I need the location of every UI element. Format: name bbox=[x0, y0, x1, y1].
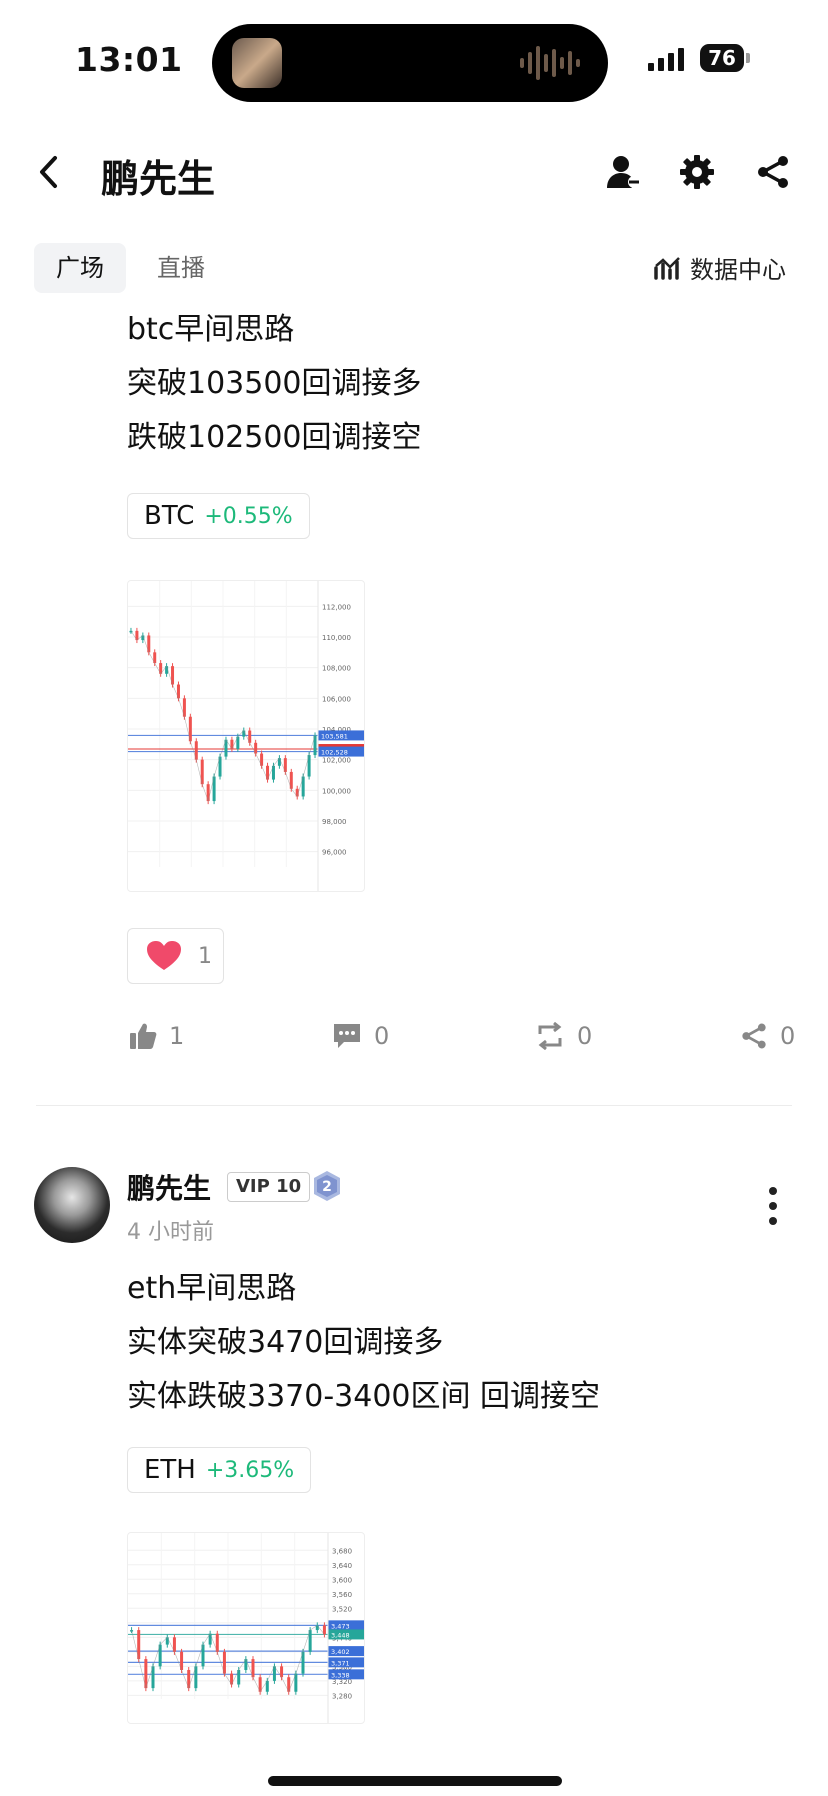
ticker-change: +3.65% bbox=[205, 1457, 295, 1483]
y-tick-label: 98,000 bbox=[322, 818, 347, 826]
share-icon bbox=[742, 1023, 766, 1049]
more-options-icon[interactable] bbox=[766, 1186, 780, 1226]
post1-line-1: btc早间思路 bbox=[127, 312, 295, 347]
tab-live[interactable]: 直播 bbox=[157, 243, 205, 293]
ticker-change: +0.55% bbox=[204, 503, 293, 529]
tab-square[interactable]: 广场 bbox=[34, 243, 126, 293]
y-tick-label: 3,600 bbox=[332, 1576, 352, 1584]
post-divider bbox=[36, 1105, 792, 1106]
repost-button[interactable]: 0 bbox=[535, 1022, 592, 1050]
data-center-link[interactable]: 数据中心 bbox=[654, 250, 786, 285]
comment-button[interactable]: 0 bbox=[332, 1022, 389, 1050]
share-icon[interactable] bbox=[755, 154, 791, 190]
y-tick-label: 3,520 bbox=[332, 1605, 352, 1613]
post2-line-1: eth早间思路 bbox=[127, 1271, 297, 1306]
reaction-count: 1 bbox=[198, 943, 212, 969]
comment-count: 0 bbox=[374, 1022, 390, 1050]
y-tick-label: 100,000 bbox=[322, 787, 351, 795]
avatar[interactable] bbox=[34, 1167, 110, 1243]
y-tick-label: 110,000 bbox=[322, 634, 351, 642]
post2-ticker-tag[interactable]: ETH +3.65% bbox=[127, 1447, 312, 1493]
page-title: 鹏先生 bbox=[101, 157, 216, 201]
post1-reaction[interactable]: 1 bbox=[127, 928, 224, 984]
audio-wave-icon bbox=[520, 46, 580, 80]
btc-chart: 112,000110,000108,000106,000104,000102,0… bbox=[128, 581, 364, 891]
back-chevron-icon[interactable] bbox=[36, 154, 62, 190]
chart-icon bbox=[654, 256, 680, 280]
status-time: 13:01 bbox=[75, 40, 183, 79]
y-tick-label: 96,000 bbox=[322, 849, 347, 857]
share-count: 0 bbox=[780, 1022, 796, 1050]
like-button[interactable]: 1 bbox=[129, 1022, 184, 1050]
battery-cap bbox=[746, 53, 750, 63]
post-time: 4 小时前 bbox=[127, 1220, 214, 1245]
like-count: 1 bbox=[169, 1022, 185, 1050]
y-tick-label: 102,000 bbox=[322, 757, 351, 765]
price-label: 3,371 bbox=[331, 1659, 350, 1667]
comment-icon bbox=[334, 1024, 360, 1048]
post1-line-2: 突破103500回调接多 bbox=[127, 366, 422, 401]
post2-chart-image[interactable]: 3,6803,6403,6003,5603,5203,4803,4403,400… bbox=[127, 1532, 365, 1724]
y-tick-label: 3,560 bbox=[332, 1591, 352, 1599]
repost-count: 0 bbox=[577, 1022, 593, 1050]
y-tick-label: 106,000 bbox=[322, 695, 351, 703]
cellular-signal-icon bbox=[648, 48, 684, 71]
y-tick-label: 3,280 bbox=[332, 1692, 352, 1700]
repost-icon bbox=[538, 1022, 562, 1050]
author-name[interactable]: 鹏先生 bbox=[127, 1167, 211, 1207]
post1-line-3: 跌破102500回调接空 bbox=[127, 420, 422, 455]
post1-text: btc早间思路 突破103500回调接多 跌破102500回调接空 bbox=[127, 303, 422, 465]
price-label: 3,473 bbox=[331, 1622, 350, 1630]
dynamic-island[interactable] bbox=[212, 24, 608, 102]
y-tick-label: 112,000 bbox=[322, 603, 351, 611]
thumbs-up-icon bbox=[130, 1023, 157, 1049]
price-label: 3,402 bbox=[331, 1648, 350, 1656]
vip-badge: VIP 10 bbox=[227, 1172, 311, 1202]
level-badge-icon: 2 bbox=[314, 1171, 340, 1201]
share-post-button[interactable]: 0 bbox=[740, 1022, 795, 1050]
y-tick-label: 3,640 bbox=[332, 1562, 352, 1570]
price-label: 3,448 bbox=[331, 1631, 350, 1639]
post2-line-3: 实体跌破3370-3400区间 回调接空 bbox=[127, 1379, 601, 1414]
home-indicator[interactable] bbox=[268, 1776, 562, 1786]
follow-user-icon[interactable] bbox=[606, 154, 642, 190]
post1-ticker-tag[interactable]: BTC +0.55% bbox=[127, 493, 310, 539]
price-label: 103,581 bbox=[321, 732, 348, 740]
level-number: 2 bbox=[322, 1179, 332, 1195]
data-center-label: 数据中心 bbox=[690, 256, 786, 284]
price-label: 102,528 bbox=[321, 749, 348, 757]
battery-icon: 76 bbox=[700, 44, 744, 72]
ticker-symbol: ETH bbox=[144, 1455, 196, 1485]
post1-chart-image[interactable]: 112,000 110,000 108,000 106,000 104,000 102,0… bbox=[127, 580, 365, 892]
eth-chart: 3,6803,6403,6003,5603,5203,4803,4403,400… bbox=[128, 1533, 364, 1723]
settings-gear-icon[interactable] bbox=[679, 154, 715, 190]
ticker-symbol: BTC bbox=[144, 501, 195, 531]
now-playing-artwork bbox=[232, 38, 282, 88]
y-tick-label: 3,680 bbox=[332, 1547, 352, 1555]
y-tick-label: 108,000 bbox=[322, 665, 351, 673]
heart-icon bbox=[147, 941, 181, 970]
post2-line-2: 实体突破3470回调接多 bbox=[127, 1325, 444, 1360]
post2-text: eth早间思路 实体突破3470回调接多 实体跌破3370-3400区间 回调接… bbox=[127, 1262, 600, 1424]
price-label: 3,338 bbox=[331, 1671, 350, 1679]
